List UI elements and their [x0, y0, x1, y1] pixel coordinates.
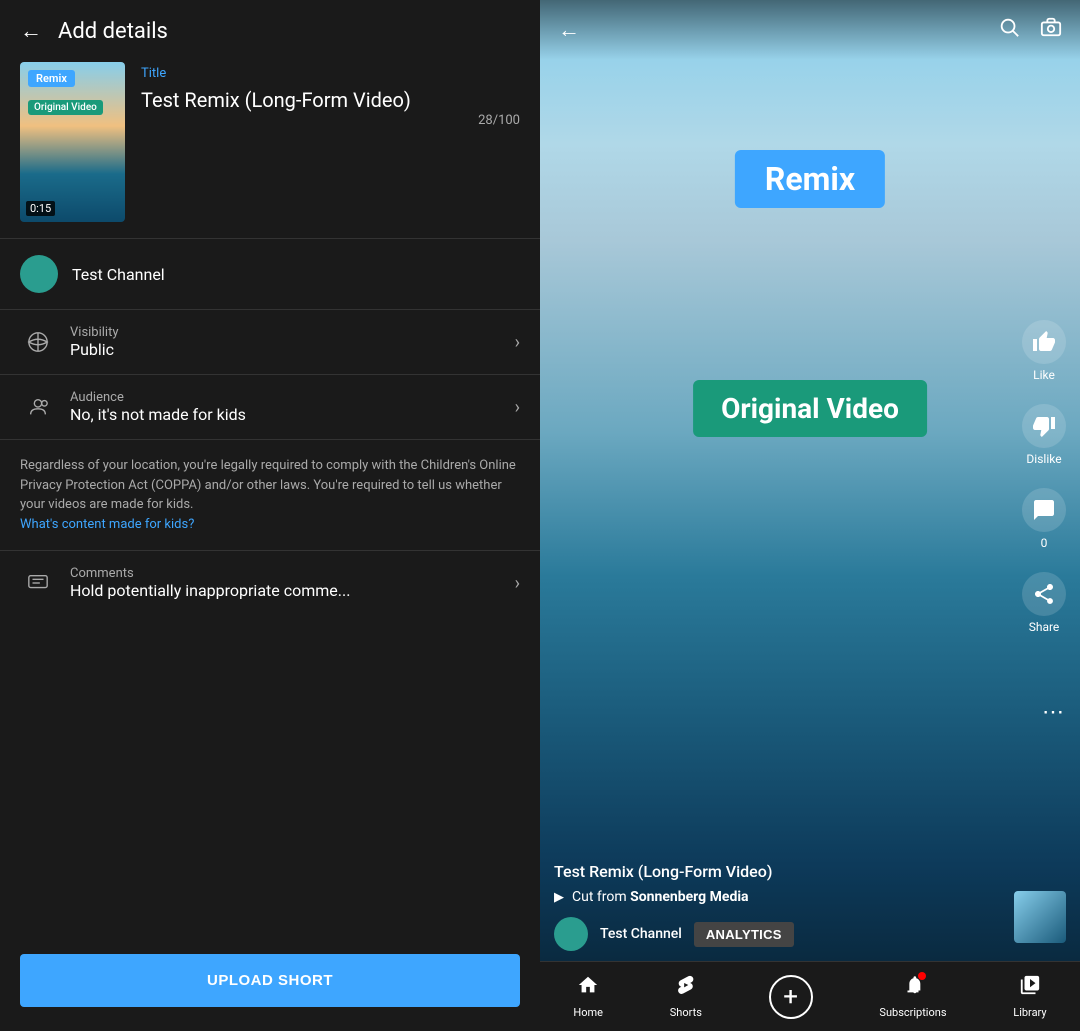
comments-icon: [20, 565, 56, 601]
coppa-link[interactable]: What's content made for kids?: [20, 517, 194, 532]
upload-btn-container: UPLOAD SHORT: [0, 938, 540, 1031]
video-duration: 0:15: [26, 201, 55, 216]
coppa-section: Regardless of your location, you're lega…: [0, 440, 540, 550]
video-background: [540, 0, 1080, 961]
original-badge: Original Video: [28, 100, 103, 115]
cut-from-row: ▶ Cut from Sonnenberg Media: [554, 889, 1010, 905]
remix-badge: Remix: [28, 70, 75, 87]
comments-text: Comments Hold potentially inappropriate …: [70, 566, 515, 600]
like-icon: [1022, 320, 1066, 364]
share-icon: [1022, 572, 1066, 616]
more-button[interactable]: ⋯: [1042, 700, 1066, 725]
add-icon: +: [783, 982, 798, 1012]
library-label: Library: [1013, 1006, 1046, 1019]
channel-row-bottom: Test Channel ANALYTICS: [554, 917, 1010, 951]
dislike-label: Dislike: [1026, 452, 1061, 466]
channel-name: Test Channel: [72, 265, 165, 284]
remix-overlay: Remix: [735, 150, 885, 208]
notification-badge: [918, 972, 926, 980]
title-label: Title: [141, 66, 520, 81]
channel-avatar-bottom: [554, 917, 588, 951]
coppa-text: Regardless of your location, you're lega…: [20, 458, 516, 512]
comments-label: Comments: [70, 566, 515, 581]
channel-name-bottom: Test Channel: [600, 926, 682, 942]
video-meta: Title Test Remix (Long-Form Video) 28/10…: [141, 62, 520, 132]
comments-action-icon: [1022, 488, 1066, 532]
right-header-left: ←: [558, 17, 580, 43]
visibility-icon: [20, 324, 56, 360]
like-label: Like: [1033, 368, 1055, 382]
comments-count: 0: [1041, 536, 1048, 550]
audience-text: Audience No, it's not made for kids: [70, 390, 515, 424]
audience-icon: [20, 389, 56, 425]
right-header-right: [998, 16, 1062, 44]
audience-chevron: ›: [515, 397, 520, 418]
channel-avatar: [20, 255, 58, 293]
share-action[interactable]: Share: [1022, 572, 1066, 634]
play-icon: ▶: [554, 890, 564, 905]
visibility-chevron: ›: [515, 332, 520, 353]
subscriptions-icon: [902, 974, 924, 1002]
video-info-bottom: Test Remix (Long-Form Video) ▶ Cut from …: [554, 862, 1010, 951]
add-details-panel: ← Add details Remix Original Video 0:15 …: [0, 0, 540, 1031]
nav-library[interactable]: Library: [1013, 974, 1046, 1019]
shorts-label: Shorts: [670, 1006, 702, 1019]
original-overlay: Original Video: [693, 380, 927, 437]
audience-label: Audience: [70, 390, 515, 405]
visibility-label: Visibility: [70, 325, 515, 340]
home-icon: [577, 974, 599, 1002]
subscriptions-label: Subscriptions: [879, 1006, 946, 1019]
left-header: ← Add details: [0, 0, 540, 62]
visibility-text: Visibility Public: [70, 325, 515, 359]
nav-shorts[interactable]: Shorts: [670, 974, 702, 1019]
comments-chevron: ›: [515, 573, 520, 594]
comments-action[interactable]: 0: [1022, 488, 1066, 550]
upload-short-button[interactable]: UPLOAD SHORT: [20, 954, 520, 1007]
home-label: Home: [573, 1006, 603, 1019]
shorts-icon: [675, 974, 697, 1002]
visibility-value: Public: [70, 340, 515, 359]
nav-subscriptions[interactable]: Subscriptions: [879, 974, 946, 1019]
like-action[interactable]: Like: [1022, 320, 1066, 382]
bottom-nav: Home Shorts + Subscriptions Library: [540, 961, 1080, 1031]
right-header: ←: [540, 0, 1080, 60]
cut-from-text: Cut from Sonnenberg Media: [572, 889, 749, 905]
nav-home[interactable]: Home: [573, 974, 603, 1019]
right-back-button[interactable]: ←: [558, 17, 580, 43]
back-button[interactable]: ←: [20, 18, 42, 44]
comments-value: Hold potentially inappropriate comme...: [70, 581, 515, 600]
video-title: Test Remix (Long-Form Video): [141, 87, 520, 113]
comments-row[interactable]: Comments Hold potentially inappropriate …: [0, 550, 540, 615]
dislike-action[interactable]: Dislike: [1022, 404, 1066, 466]
search-button[interactable]: [998, 16, 1020, 44]
share-label: Share: [1029, 620, 1060, 634]
video-preview-panel: ← Remix Original Video Like Dislike: [540, 0, 1080, 1031]
analytics-button[interactable]: ANALYTICS: [694, 922, 794, 947]
cut-from-channel: Sonnenberg Media: [630, 889, 748, 905]
video-thumbnail: Remix Original Video 0:15: [20, 62, 125, 222]
audience-value: No, it's not made for kids: [70, 405, 515, 424]
char-count: 28/100: [478, 113, 520, 132]
side-actions: Like Dislike 0 Share: [1022, 320, 1066, 634]
nav-add-button[interactable]: +: [769, 975, 813, 1019]
channel-row: Test Channel: [0, 239, 540, 310]
mini-thumbnail: [1014, 891, 1066, 943]
visibility-row[interactable]: Visibility Public ›: [0, 310, 540, 375]
library-icon: [1019, 974, 1041, 1002]
video-info-row: Remix Original Video 0:15 Title Test Rem…: [0, 62, 540, 239]
dislike-icon: [1022, 404, 1066, 448]
camera-button[interactable]: [1040, 16, 1062, 44]
page-title: Add details: [58, 19, 168, 44]
video-bottom-title: Test Remix (Long-Form Video): [554, 862, 1010, 881]
audience-row[interactable]: Audience No, it's not made for kids ›: [0, 375, 540, 440]
